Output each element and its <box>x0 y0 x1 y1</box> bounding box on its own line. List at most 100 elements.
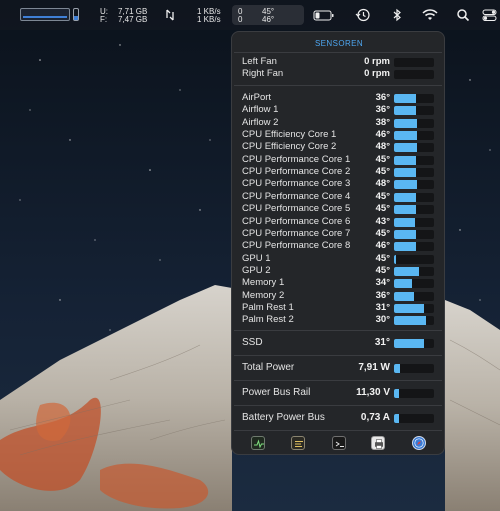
sensor-row-cpu-performance-core-5: CPU Performance Core 5 45° <box>232 203 444 215</box>
sensors-menu-item[interactable]: 0 45° 0 46° <box>232 5 304 25</box>
sensor-value: 46° <box>375 240 390 252</box>
sensor-value: 0 rpm <box>364 56 390 67</box>
sensor-row-memory-2: Memory 2 36° <box>232 290 444 302</box>
panel-title: SENSOREN <box>314 39 364 48</box>
sensor-label: GPU 1 <box>242 252 271 264</box>
sensor-level-bar <box>394 131 434 141</box>
sensor-level-bar <box>394 389 434 398</box>
divider <box>234 52 442 53</box>
sensor-label: Airflow 2 <box>242 116 279 128</box>
sensor-level-bar <box>394 279 434 289</box>
sensor-level-fill <box>394 205 416 215</box>
sensor-level-fill <box>394 266 419 276</box>
search-icon[interactable] <box>455 7 471 23</box>
sensor-label: Palm Rest 2 <box>242 314 294 326</box>
sensor-level-bar <box>394 155 434 165</box>
sensor-level-fill <box>394 180 418 190</box>
time-machine-icon[interactable] <box>355 7 371 23</box>
sensor-level-fill <box>394 389 399 398</box>
sensor-value: 45° <box>375 252 390 264</box>
sensor-row-airport: AirPort 36° <box>232 92 444 104</box>
sensor-level-bar <box>394 229 434 239</box>
sensor-level-fill <box>394 217 415 227</box>
sensor-label: Total Power <box>242 362 295 373</box>
sensor-label: CPU Performance Core 7 <box>242 227 351 239</box>
memory-usage-bar[interactable] <box>20 8 70 21</box>
sensor-level-bar <box>394 106 434 116</box>
sensor-row-ssd: SSD 31° <box>232 337 444 349</box>
divider <box>234 85 442 86</box>
sensor-row-cpu-performance-core-3: CPU Performance Core 3 48° <box>232 178 444 190</box>
memory-pressure-bar[interactable] <box>73 8 79 21</box>
sensor-value: 0 rpm <box>364 68 390 80</box>
sensor-level-fill <box>394 192 416 202</box>
memory-free-label: F: <box>100 15 108 24</box>
sensor-level-fill <box>394 303 424 313</box>
sensor-row-palm-rest-1: Palm Rest 1 31° <box>232 301 444 314</box>
sensor-value: 48° <box>375 178 390 190</box>
sensor-level-bar <box>394 414 434 423</box>
sensor-value: 0,73 A <box>360 412 390 423</box>
safari-icon[interactable] <box>412 436 426 450</box>
sensor-value: 36° <box>375 104 390 116</box>
sensor-value: 31° <box>375 301 390 313</box>
sensor-row-total-power: Total Power 7,91 W <box>232 362 444 374</box>
sensor-row-airflow-2: Airflow 2 38° <box>232 116 444 129</box>
sensor-label: Power Bus Rail <box>242 387 311 398</box>
sensor-label: Airflow 1 <box>242 104 279 116</box>
sensor-level-bar <box>394 118 434 128</box>
sensors-popover: SENSOREN Left Fan 0 rpm Right Fan 0 rpm AirP… <box>231 31 445 455</box>
sensor-label: Left Fan <box>242 56 277 67</box>
sensor-row-power-bus-rail: Power Bus Rail 11,30 V <box>232 387 444 399</box>
sensor-level-bar <box>394 316 434 326</box>
sensor-level-bar <box>394 94 434 103</box>
sensor-label: CPU Performance Core 5 <box>242 203 351 215</box>
sensor-value: 45° <box>375 153 390 165</box>
control-center-icon[interactable] <box>482 7 498 23</box>
sensor-level-bar <box>394 143 434 153</box>
network-download-value: 1 KB/s <box>197 15 221 24</box>
sensor-label: CPU Performance Core 1 <box>242 153 351 165</box>
memory-pressure-fill <box>74 15 78 20</box>
sensor-row-cpu-efficiency-core-2: CPU Efficiency Core 2 48° <box>232 141 444 153</box>
sensor-row-cpu-performance-core-4: CPU Performance Core 4 45° <box>232 191 444 203</box>
sensor-row-airflow-1: Airflow 1 36° <box>232 104 444 116</box>
sensor-level-fill <box>394 143 418 153</box>
sensor-level-fill <box>394 254 396 264</box>
sensor-row-cpu-performance-core-1: CPU Performance Core 1 45° <box>232 153 444 166</box>
sensor-value: 48° <box>375 141 390 153</box>
arrows-icon[interactable] <box>162 7 178 23</box>
sensor-label: Right Fan <box>242 68 284 80</box>
sensor-level-bar <box>394 70 434 80</box>
sensor-row-gpu-1: GPU 1 45° <box>232 252 444 265</box>
sensor-value: 31° <box>374 337 390 348</box>
sensor-level-fill <box>394 291 414 301</box>
sensor-value: 7,91 W <box>358 362 390 373</box>
sensor-label: SSD <box>242 337 263 348</box>
sensor-value: 45° <box>375 227 390 239</box>
sensor-level-bar <box>394 180 434 190</box>
console-icon[interactable] <box>291 436 305 450</box>
terminal-icon[interactable] <box>332 436 346 450</box>
sensor-level-bar <box>394 58 434 67</box>
sensor-label: CPU Performance Core 3 <box>242 178 351 190</box>
sensor-value: 46° <box>375 129 390 141</box>
wifi-icon[interactable] <box>421 7 439 23</box>
battery-icon[interactable] <box>313 7 335 23</box>
sensor-level-bar <box>394 291 434 301</box>
divider <box>234 430 442 431</box>
sensor-level-fill <box>394 279 412 289</box>
sensor-level-fill <box>394 131 418 141</box>
sensor-row-cpu-performance-core-6: CPU Performance Core 6 43° <box>232 216 444 228</box>
sensor-row-gpu-2: GPU 2 45° <box>232 264 444 277</box>
sensor-value: 30° <box>375 314 390 326</box>
sensor-label: Palm Rest 1 <box>242 301 294 313</box>
sensor-label: GPU 2 <box>242 264 271 276</box>
sensor-bottom-left: 0 <box>238 15 243 24</box>
printer-icon[interactable] <box>371 436 385 450</box>
sensor-level-fill <box>394 168 416 178</box>
bluetooth-icon[interactable] <box>389 7 405 23</box>
sensor-value: 34° <box>375 277 390 289</box>
sensor-level-fill <box>394 118 418 128</box>
activity-monitor-icon[interactable] <box>251 436 265 450</box>
